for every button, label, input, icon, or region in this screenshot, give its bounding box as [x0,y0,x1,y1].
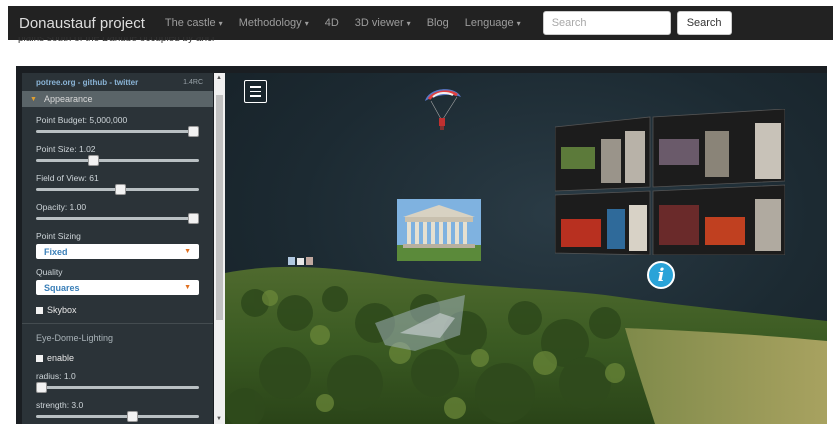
point-sizing-select[interactable]: Fixed ▼ [36,244,199,259]
scroll-down-icon[interactable]: ▼ [216,416,222,422]
caret-down-icon: ▾ [218,19,223,28]
expand-arrow-icon: ▼ [30,95,37,103]
scrollbar-thumb[interactable] [216,95,223,320]
sidebar-scrollbar[interactable]: ▲ ▼ [214,73,225,424]
nav-item-label: The castle [164,17,216,29]
quality-label: Quality [36,267,63,277]
point-budget-label: Point Budget: 5,000,000 [36,115,128,125]
nav-item-blog[interactable]: Blog [427,17,449,29]
strength-label: strength: 3.0 [36,400,84,410]
opacity-label: Opacity: 1.00 [36,202,87,212]
slider-track [36,415,199,418]
nav-item-label: 3D viewer [354,17,404,29]
small-photo-annotations[interactable] [288,256,314,266]
edl-enable-row[interactable]: enable [36,353,199,363]
nav-item-methodology[interactable]: Methodology ▾ [239,17,309,29]
select-value: Squares [44,282,80,293]
point-budget-slider[interactable] [36,126,199,137]
checkbox-label: enable [47,353,75,363]
menu-bar [250,90,261,93]
search-input[interactable] [542,11,671,35]
menu-toggle-button[interactable] [244,80,267,103]
potree-links[interactable]: potree.org - github - twitter [36,78,138,87]
slider-thumb[interactable] [188,126,199,137]
opacity-slider[interactable] [36,213,199,224]
slider-track [36,130,199,133]
skybox-checkbox[interactable] [36,306,43,314]
quality-select[interactable]: Squares ▼ [36,280,199,295]
caret-down-icon: ▾ [516,19,521,28]
version-label: 1.4RC [183,78,203,86]
skybox-checkbox-row[interactable]: Skybox [36,305,199,315]
section-divider [22,323,213,324]
select-value: Fixed [44,246,68,257]
scroll-up-icon[interactable]: ▲ [216,75,222,81]
page-intro-text: plains south of the Danube occupied by a… [18,37,214,48]
point-sizing-label: Point Sizing [36,231,81,241]
appearance-section-header[interactable]: ▼ Appearance [22,91,213,107]
appearance-panel: Point Budget: 5,000,000 Point Size: 1.02… [22,115,213,422]
nav-item-label: Lenguage [464,17,514,29]
nav-item-4d[interactable]: 4D [325,17,339,29]
caret-down-icon: ▾ [304,19,309,28]
point-size-label: Point Size: 1.02 [36,144,96,154]
nav-item-label: 4D [324,17,339,29]
search-button[interactable]: Search [676,11,732,35]
radius-label: radius: 1.0 [36,371,76,381]
menu-bar [250,95,261,97]
paraglider-annotation[interactable] [421,83,463,131]
nav-item-3d-viewer[interactable]: 3D viewer ▾ [355,17,411,29]
sidebar-header: potree.org - github - twitter 1.4RC [22,73,213,91]
slider-thumb[interactable] [88,155,99,166]
brand-link[interactable]: Donaustauf project [19,15,145,32]
section-title: Appearance [43,94,93,104]
slider-thumb[interactable] [36,382,47,393]
info-icon[interactable]: i [647,261,675,289]
menu-bar [250,86,261,88]
slider-thumb[interactable] [115,184,126,195]
radius-slider[interactable] [36,382,199,393]
slider-track [36,217,199,220]
nav-item-lenguage[interactable]: Lenguage ▾ [465,17,521,29]
checkbox-label: Skybox [47,305,77,315]
screenshot-wall-annotation[interactable] [555,109,785,255]
potree-viewer: potree.org - github - twitter 1.4RC ▼ Ap… [16,66,827,424]
point-size-slider[interactable] [36,155,199,166]
nav-item-label: Methodology [238,17,302,29]
nav-item-label: Blog [426,17,449,29]
viewer-sidebar: potree.org - github - twitter 1.4RC ▼ Ap… [22,73,213,424]
caret-down-icon: ▾ [406,19,411,28]
strength-slider[interactable] [36,411,199,422]
field-of-view-slider[interactable] [36,184,199,195]
slider-thumb[interactable] [127,411,138,422]
point-cloud-scene[interactable]: i [225,73,827,424]
caret-down-icon: ▼ [184,248,191,255]
edl-enable-checkbox[interactable] [36,354,43,362]
caret-down-icon: ▼ [184,284,191,291]
intro-text-line: plains south of the Danube occupied by a… [18,37,215,44]
field-of-view-label: Field of View: 61 [36,173,99,183]
edl-title: Eye-Dome-Lighting [36,333,114,343]
nav-item-the-castle[interactable]: The castle ▾ [165,17,223,29]
slider-track [36,386,199,389]
slider-thumb[interactable] [188,213,199,224]
temple-photo-annotation[interactable] [397,199,481,261]
slider-track [36,159,199,162]
top-navbar: Donaustauf project The castle ▾ Methodolo… [8,6,833,40]
